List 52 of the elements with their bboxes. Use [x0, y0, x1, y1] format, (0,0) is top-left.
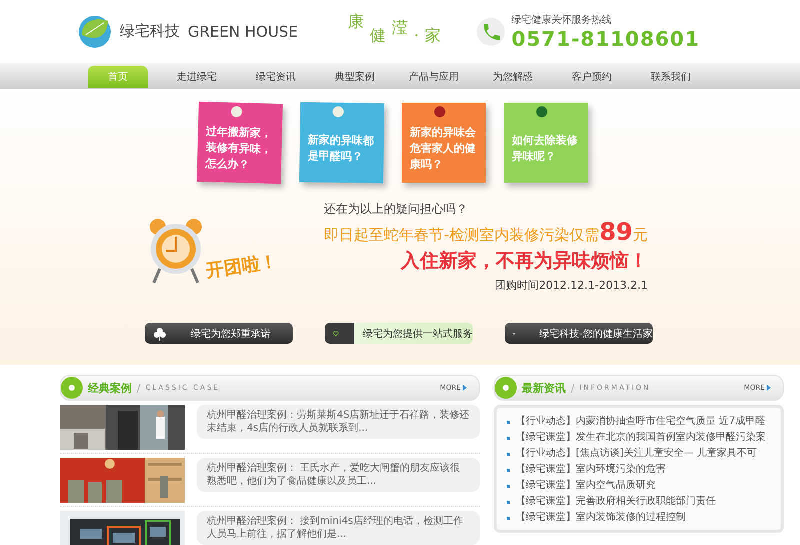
nav-tab[interactable]: 客户预约: [562, 66, 622, 88]
nav-tab[interactable]: 典型案例: [325, 66, 385, 88]
news-link[interactable]: 【绿宅课堂】室内空气品质研究: [507, 480, 773, 492]
news-link[interactable]: 【行业动态】[焦点访谈]关注儿童安全— 儿童家具不可: [507, 448, 773, 460]
slogan-character: 家: [425, 26, 442, 46]
circle-icon: [61, 377, 83, 399]
clover-icon: [153, 326, 167, 340]
offer-text: 即日起至蛇年春节-检测室内装修污染仅需: [324, 226, 600, 245]
headline: 入住新家，不再为异味烦恼！: [401, 249, 648, 274]
note-text: 新家的异味都是甲醛吗？: [308, 132, 376, 166]
slogan-character: ·: [414, 26, 420, 46]
note-text: 新家的异味会危害家人的健康吗？: [410, 125, 477, 173]
note-text: 如何去除装修异味呢？: [512, 133, 579, 165]
phone-icon: [476, 16, 506, 46]
news-link[interactable]: 【行业动态】内蒙消协抽查呼市住宅空气质量 近7成甲醛: [507, 416, 773, 428]
brand-name-english: GREEN HOUSE: [188, 22, 298, 40]
nav-tab[interactable]: 走进绿宅: [167, 66, 227, 88]
slash: /: [571, 382, 575, 394]
news-link[interactable]: 【绿宅课堂】发生在北京的我国首例室内装修甲醛污染案: [507, 432, 773, 444]
section-title: 最新资讯: [522, 380, 566, 396]
brand-name: 绿宅科技: [120, 22, 180, 41]
promotion-period: 团购时间2012.12.1-2013.2.1: [495, 278, 648, 293]
leaf-logo-icon: [78, 14, 112, 48]
feature-button[interactable]: 绿宅为您郑重承诺: [145, 323, 293, 344]
case-summary[interactable]: 杭州甲醛治理案例：劳斯莱斯4S店新址迁于石祥路，装修还未结束，4s店的行政人员就联系到...: [197, 405, 480, 439]
chevron-icon: [463, 385, 467, 391]
feature-button[interactable]: 绿宅为您提供一站式服务: [325, 323, 473, 344]
nav-tab[interactable]: 绿宅资讯: [246, 66, 306, 88]
case-summary[interactable]: 杭州甲醛治理案例： 王氏水产，爱吃大闸蟹的朋友应该很熟悉吧，他们为了食品健康以及员工...: [197, 458, 480, 492]
news-link[interactable]: 【绿宅课堂】室内装饰装修的过程控制: [507, 512, 773, 524]
slash: /: [137, 382, 141, 394]
case-summary[interactable]: 杭州甲醛治理案例： 接到mini4s店经理的电话，检测工作人员马上前往，据了解他们是...: [197, 511, 480, 545]
nav-tab[interactable]: 联系我们: [641, 66, 701, 88]
nav-tab[interactable]: 为您解惑: [483, 66, 543, 88]
slogan-character: 健: [370, 26, 386, 46]
alarm-clock-icon: [148, 217, 204, 285]
hotline-label: 绿宅健康关怀服务热线: [512, 14, 613, 26]
hotline-number: 0571-81108601: [512, 26, 700, 50]
note-text: 过年搬新家，装修有异味，怎么办？: [205, 124, 274, 174]
slogan-character: 康: [348, 12, 364, 32]
news-link[interactable]: 【绿宅课堂】室内环境污染的危害: [507, 464, 773, 476]
currency-unit: 元: [633, 226, 648, 245]
group-buy-label: 开团啦！: [204, 250, 280, 283]
circle-icon: [495, 377, 517, 399]
nav-tab[interactable]: 产品与应用: [404, 66, 464, 88]
slogan-character: 滢: [392, 18, 408, 38]
chevron-icon: [767, 385, 771, 391]
section-title: 经典案例: [88, 380, 132, 396]
feature-button[interactable]: 绿宅科技-您的健康生活家: [505, 323, 653, 344]
question-text: 还在为以上的疑问担心吗？: [324, 201, 468, 218]
news-link[interactable]: 【绿宅课堂】完善政府相关行政职能部门责任: [507, 496, 773, 508]
price: 89: [600, 218, 633, 246]
